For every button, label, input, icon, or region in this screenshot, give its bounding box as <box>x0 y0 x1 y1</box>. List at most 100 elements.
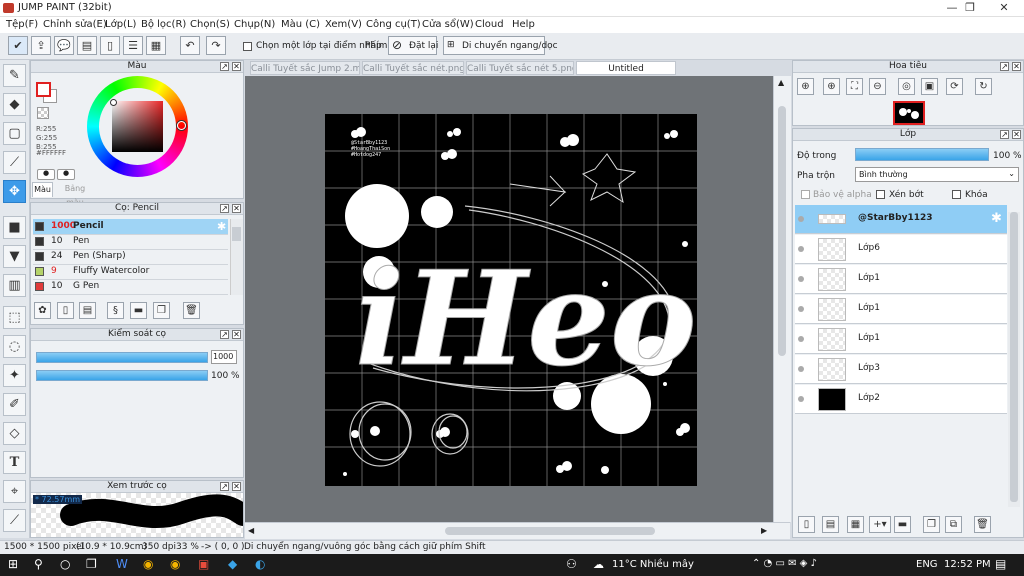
language-indicator[interactable]: ENG <box>916 559 938 570</box>
layer-row[interactable]: Lớp6 <box>795 235 1007 264</box>
menu-layer[interactable]: Lớp(L) <box>105 19 136 30</box>
menu-help[interactable]: Help <box>512 19 535 30</box>
undo-icon[interactable]: ↶ <box>180 36 200 55</box>
panel-close-icon[interactable]: ✕ <box>232 482 241 491</box>
panel-close-icon[interactable]: ✕ <box>232 330 241 339</box>
fit-window-icon[interactable]: ⛶ <box>846 78 863 95</box>
app-icon-6[interactable]: ◐ <box>255 557 265 571</box>
layer-row[interactable]: @StarBby1123 ✱ <box>795 205 1007 234</box>
clock[interactable]: 12:52 PM <box>944 559 991 570</box>
color-picker-marker[interactable] <box>110 99 117 106</box>
mode-b-icon[interactable]: ● <box>57 169 75 180</box>
menu-edit[interactable]: Chỉnh sửa(E) <box>43 19 107 30</box>
menu-select[interactable]: Chọn(S) <box>190 19 230 30</box>
jump-paint-app-icon[interactable]: ▣ <box>198 557 209 571</box>
foreground-color-swatch[interactable] <box>36 82 51 97</box>
brush-settings-icon[interactable]: ✿ <box>34 302 51 319</box>
layer-row[interactable]: Lớp1 <box>795 265 1007 294</box>
notes-icon[interactable]: ▤ <box>77 36 97 55</box>
menu-view[interactable]: Xem(V) <box>325 19 362 30</box>
layer-row[interactable]: Lớp1 <box>795 325 1007 354</box>
brush-item[interactable]: 9 Fluffy Watercolor <box>33 264 228 280</box>
list-icon[interactable]: ☰ <box>123 36 143 55</box>
select-eraser-icon[interactable]: ◇ <box>3 422 26 445</box>
task-view-icon[interactable]: ❐ <box>86 557 97 571</box>
gradient-tool-icon[interactable]: ▥ <box>3 274 26 297</box>
menu-capture[interactable]: Chụp(N) <box>234 19 275 30</box>
saturation-box[interactable] <box>112 101 163 152</box>
select-tool-icon[interactable]: ✔ <box>8 36 28 55</box>
navigator-thumbnail[interactable] <box>893 101 925 125</box>
layer-row[interactable]: Lớp1 <box>795 295 1007 324</box>
line-tool-icon[interactable]: ⟋ <box>3 151 26 174</box>
canvas-horizontal-scrollbar[interactable]: ◀ ▶ <box>245 522 790 539</box>
brush-opacity-slider[interactable] <box>36 370 208 381</box>
tab-color[interactable]: Màu <box>32 182 53 197</box>
brush-delete-icon[interactable]: 🗑 <box>183 302 200 319</box>
clipping-checkbox[interactable] <box>876 190 885 199</box>
move-tool-icon[interactable]: ✥ <box>3 180 26 203</box>
canvas-area[interactable]: iHeo @StarBby1123 #HoangThaiSon #Hotdog2… <box>245 76 773 522</box>
fill-rect-tool-icon[interactable]: ■ <box>3 216 26 239</box>
brush-item[interactable]: 10 G Pen <box>33 279 228 295</box>
zoom-in-icon[interactable]: ⊕ <box>823 78 840 95</box>
weather-text[interactable]: 11°C Nhiều mây <box>612 559 694 570</box>
protect-alpha-checkbox[interactable] <box>801 190 810 199</box>
tab-palette[interactable]: Bảng màu <box>55 182 95 207</box>
chrome-app-icon[interactable]: ◉ <box>143 557 153 571</box>
tab-document-1[interactable]: Calli Tuyết sắc Jump 2.mdp <box>250 61 360 75</box>
layer-folder-icon[interactable]: ▬ <box>894 516 911 533</box>
artwork-canvas[interactable]: iHeo @StarBby1123 #HoangThaiSon #Hotdog2… <box>325 114 697 486</box>
layer-row[interactable]: Lớp3 <box>795 355 1007 384</box>
vertical-scroll-thumb[interactable] <box>778 106 786 356</box>
visibility-eye-icon[interactable] <box>798 336 804 342</box>
panel-float-icon[interactable]: ↗ <box>220 204 229 213</box>
grid-settings-icon[interactable]: ▦ <box>146 36 166 55</box>
export-icon[interactable]: ⇪ <box>31 36 51 55</box>
brush-size-slider[interactable] <box>36 352 208 363</box>
word-app-icon[interactable]: W <box>116 557 128 571</box>
person-icon[interactable]: ⚇ <box>566 557 577 571</box>
brush-script-icon[interactable]: § <box>107 302 124 319</box>
select-layer-checkbox[interactable] <box>243 42 252 51</box>
panel-float-icon[interactable]: ↗ <box>220 62 229 71</box>
panel-close-icon[interactable]: ✕ <box>232 204 241 213</box>
move-axis-button[interactable]: ⊞ Di chuyển ngang/dọc <box>443 36 558 55</box>
search-icon[interactable]: ⚲ <box>34 557 43 571</box>
redo-icon[interactable]: ↷ <box>206 36 226 55</box>
add-layer-menu-icon[interactable]: +▾ <box>869 516 891 533</box>
panel-close-icon[interactable]: ✕ <box>1012 62 1021 71</box>
new-brush-icon[interactable]: ▯ <box>57 302 74 319</box>
eyedropper-tool-icon[interactable]: ⟋ <box>3 509 26 532</box>
visibility-eye-icon[interactable] <box>798 366 804 372</box>
brush-size-input[interactable]: 1000 <box>211 350 237 364</box>
select-pen-icon[interactable]: ✐ <box>3 393 26 416</box>
panel-close-icon[interactable]: ✕ <box>232 62 241 71</box>
text-tool-icon[interactable]: T <box>3 451 26 474</box>
chrome-app-icon-2[interactable]: ◉ <box>170 557 180 571</box>
canvas-vertical-scrollbar[interactable]: ▲ <box>773 76 791 522</box>
visibility-eye-icon[interactable] <box>798 306 804 312</box>
visibility-eye-icon[interactable] <box>798 276 804 282</box>
panel-float-icon[interactable]: ↗ <box>1000 130 1009 139</box>
lasso-tool-icon[interactable]: ◌ <box>3 335 26 358</box>
new-layer-icon[interactable]: ▯ <box>798 516 815 533</box>
close-button[interactable]: ✕ <box>990 1 1018 15</box>
page-icon[interactable]: ▯ <box>100 36 120 55</box>
new-raster-layer-icon[interactable]: ▤ <box>822 516 839 533</box>
notification-icon[interactable]: ▤ <box>995 557 1006 571</box>
hue-marker[interactable] <box>177 121 186 130</box>
brush-folder-icon[interactable]: ▬ <box>130 302 147 319</box>
visibility-eye-icon[interactable] <box>798 396 804 402</box>
merge-layer-icon[interactable]: ⧉ <box>945 516 962 533</box>
reset-view-icon[interactable]: ↻ <box>975 78 992 95</box>
bucket-tool-icon[interactable]: ▼ <box>3 245 26 268</box>
brush-settings-icon[interactable]: ✱ <box>217 219 226 234</box>
panel-close-icon[interactable]: ✕ <box>1012 130 1021 139</box>
cortana-icon[interactable]: ○ <box>60 557 70 571</box>
system-tray-icons[interactable]: ⌃ ◔ ▭ ✉ ◈ ♪ <box>752 558 817 569</box>
visibility-eye-icon[interactable] <box>798 246 804 252</box>
zoom-fit-icon[interactable]: ⊕ <box>797 78 814 95</box>
scroll-up-icon[interactable]: ▲ <box>778 78 784 87</box>
panel-float-icon[interactable]: ↗ <box>220 330 229 339</box>
